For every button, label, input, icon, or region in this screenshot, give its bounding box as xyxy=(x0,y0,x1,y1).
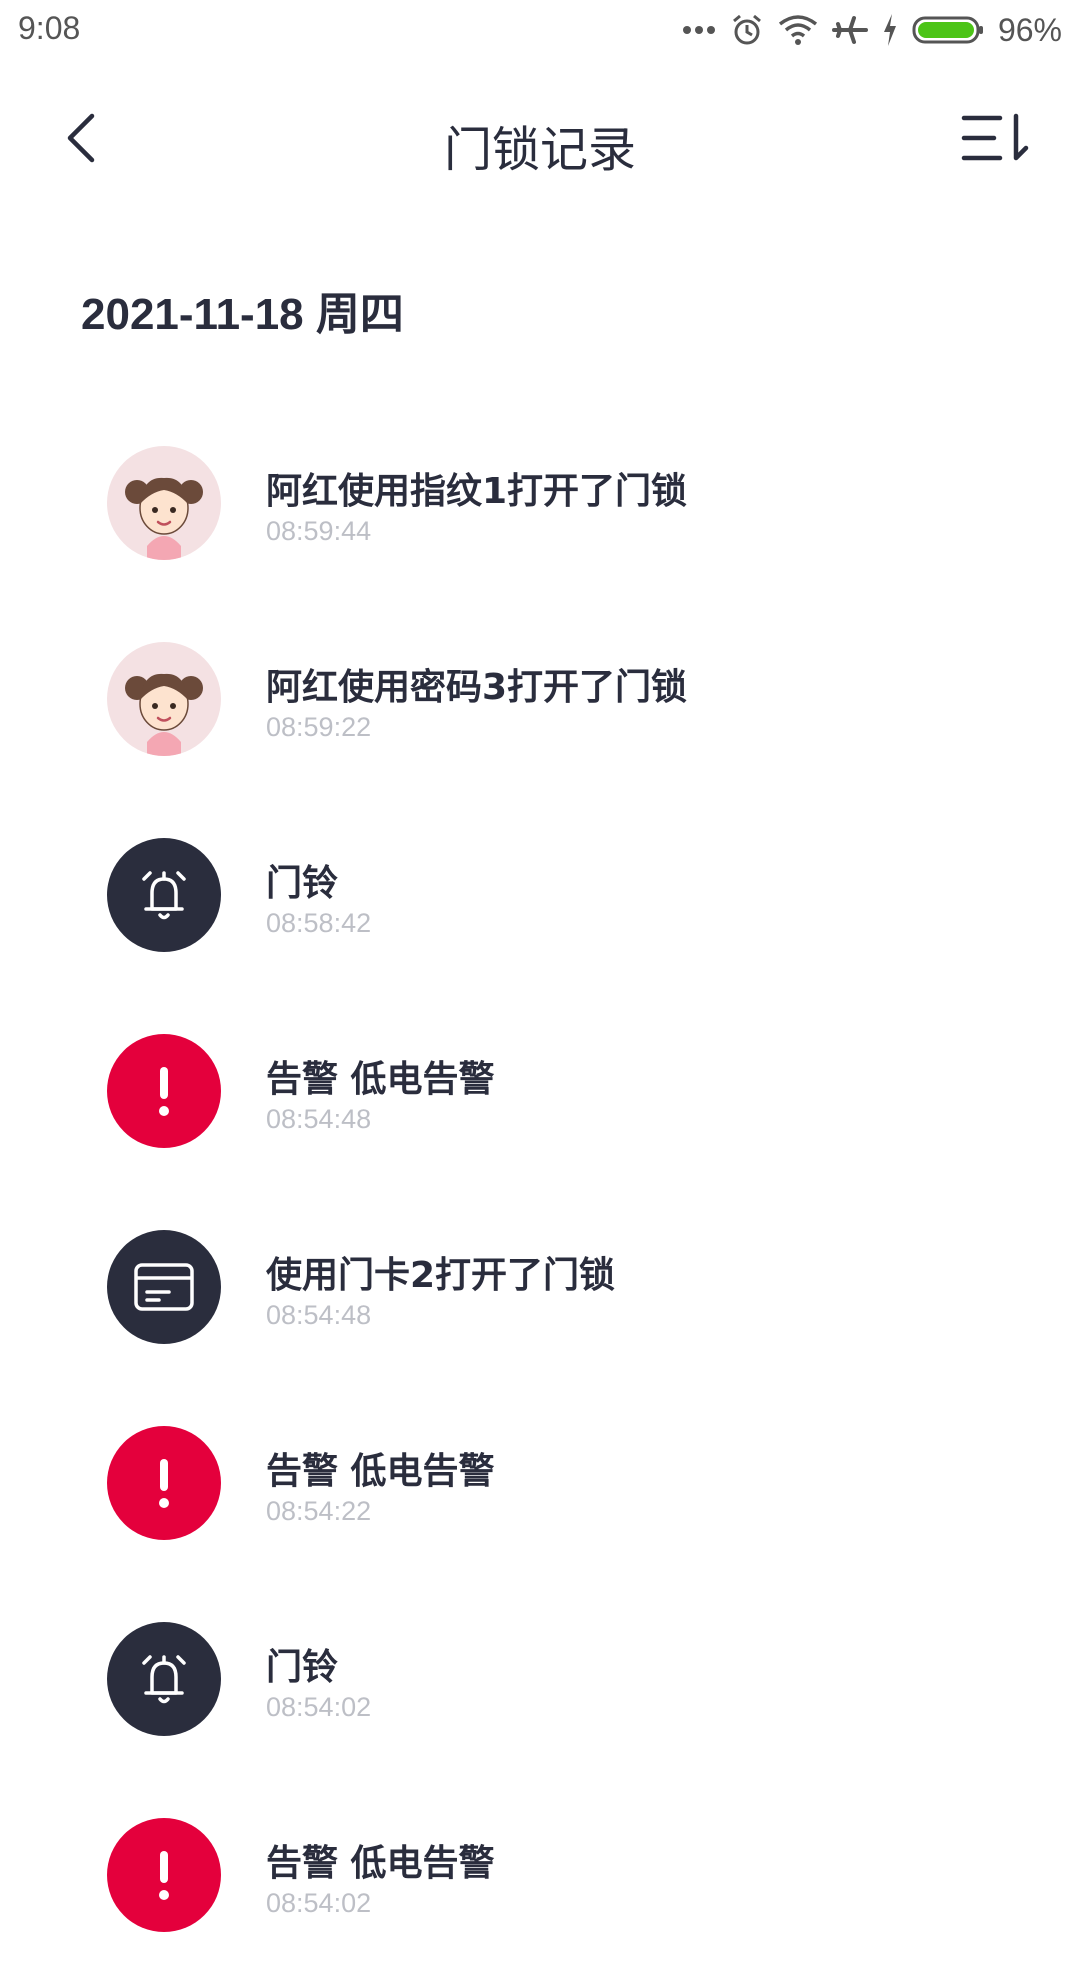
record-title: 门铃 xyxy=(266,1647,339,1688)
record-title: 阿红使用密码3打开了门锁 xyxy=(266,667,688,708)
record-time: 08:59:44 xyxy=(266,516,372,546)
girl-avatar xyxy=(107,642,221,756)
airplane-icon xyxy=(831,14,868,46)
status-time: 9:08 xyxy=(18,10,81,46)
girl-avatar xyxy=(107,446,221,560)
record-time: 08:54:02 xyxy=(266,1692,372,1722)
bell-icon xyxy=(107,1622,221,1736)
alert-icon xyxy=(107,1034,221,1148)
record-time: 08:54:48 xyxy=(266,1104,372,1134)
alert-icon xyxy=(107,1426,221,1540)
record-title: 阿红使用指纹1打开了门锁 xyxy=(266,471,688,512)
more-dots-icon xyxy=(682,25,716,35)
record-time: 08:54:22 xyxy=(266,1496,372,1526)
record-item[interactable]: 告警 低电告警 08:54:22 xyxy=(0,1400,1080,1596)
header: 门锁记录 xyxy=(0,80,1080,200)
record-title: 告警 低电告警 xyxy=(266,1059,495,1100)
record-item[interactable]: 阿红使用指纹1打开了门锁 08:59:44 xyxy=(0,420,1080,616)
bell-icon xyxy=(107,838,221,952)
record-list: 阿红使用指纹1打开了门锁 08:59:44 阿红使用密码3打开了门锁 08:59… xyxy=(0,420,1080,1988)
record-item[interactable]: 告警 低电告警 08:54:02 xyxy=(0,1792,1080,1988)
record-item[interactable]: 门铃 08:54:02 xyxy=(0,1596,1080,1792)
record-item[interactable]: 告警 低电告警 08:54:48 xyxy=(0,1008,1080,1204)
card-icon xyxy=(107,1230,221,1344)
record-time: 08:54:02 xyxy=(266,1888,372,1918)
record-item[interactable]: 阿红使用密码3打开了门锁 08:59:22 xyxy=(0,616,1080,812)
alarm-icon xyxy=(730,13,764,47)
battery-percent: 96% xyxy=(997,11,1062,48)
record-title: 告警 低电告警 xyxy=(266,1451,495,1492)
record-time: 08:54:48 xyxy=(266,1300,372,1330)
record-title: 门铃 xyxy=(266,863,339,904)
status-icons: 96% xyxy=(682,10,1062,50)
sort-filter-icon xyxy=(960,110,1032,170)
record-title: 告警 低电告警 xyxy=(266,1843,495,1884)
record-time: 08:58:42 xyxy=(266,908,372,938)
alert-icon xyxy=(107,1818,221,1932)
record-title: 使用门卡2打开了门锁 xyxy=(266,1255,616,1296)
status-bar: 9:08 96% xyxy=(0,0,1080,60)
date-heading: 2021-11-18 周四 xyxy=(81,290,404,339)
wifi-icon xyxy=(778,14,818,46)
record-time: 08:59:22 xyxy=(266,712,372,742)
battery-icon xyxy=(912,14,984,46)
record-item[interactable]: 门铃 08:58:42 xyxy=(0,812,1080,1008)
charging-icon xyxy=(882,14,898,46)
filter-button[interactable] xyxy=(956,108,1036,172)
record-item[interactable]: 使用门卡2打开了门锁 08:54:48 xyxy=(0,1204,1080,1400)
page-title: 门锁记录 xyxy=(443,122,636,178)
